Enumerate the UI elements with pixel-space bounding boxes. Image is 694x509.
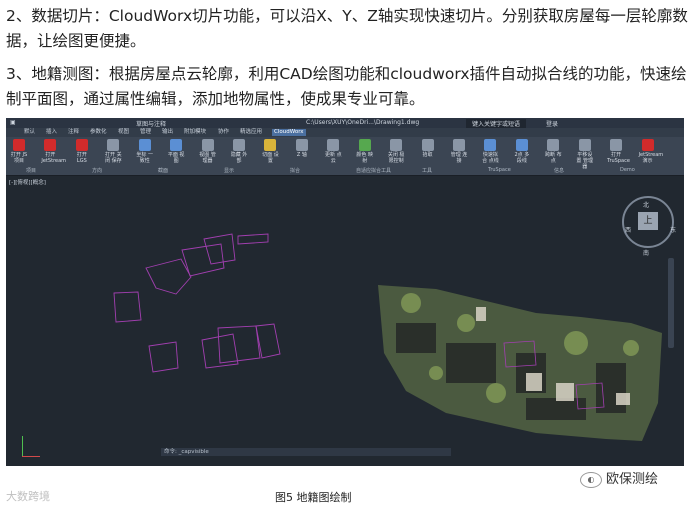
ucs-x-axis-icon [22,456,40,457]
outline-polygon [217,325,261,364]
compass-south[interactable]: 南 [643,248,649,257]
watermark-right-text: 欧保测绘 [606,472,659,487]
outline-polygon [203,233,236,265]
paragraph-cadastral: 3、地籍测图：根据房屋点云轮廓，利用CAD绘图功能和cloudworx插件自动拟… [6,65,687,108]
wechat-logo-icon: ◐ [580,471,602,488]
outline-polygon [113,291,142,323]
paragraph-slicing: 2、数据切片：CloudWorx切片功能，可以沿X、Y、Z轴实现快速切片。分别获… [6,7,688,50]
compass-east[interactable]: 东 [670,225,676,234]
view-cube-top-face[interactable]: 上 [638,212,658,230]
figure-caption: 图5 地籍图绘制 [275,491,352,504]
command-line[interactable]: 命令: _capvisible [161,448,451,456]
compass-north[interactable]: 北 [643,200,649,209]
cad-window: ▣ 草图与注释 C:\Users\XUY\OneDri...\Drawing1.… [6,118,684,466]
outline-polygon [237,233,269,245]
outline-polygon [148,341,179,373]
outline-polygon [181,243,225,277]
ucs-y-axis-icon [22,436,23,456]
outline-polygon [145,258,192,295]
navigation-bar[interactable] [668,258,674,348]
watermark-right: ◐ 欧保测绘 [580,468,658,488]
point-cloud [378,285,662,441]
watermark-left: 大数跨境 [6,490,50,503]
compass-west[interactable]: 西 [625,225,631,234]
